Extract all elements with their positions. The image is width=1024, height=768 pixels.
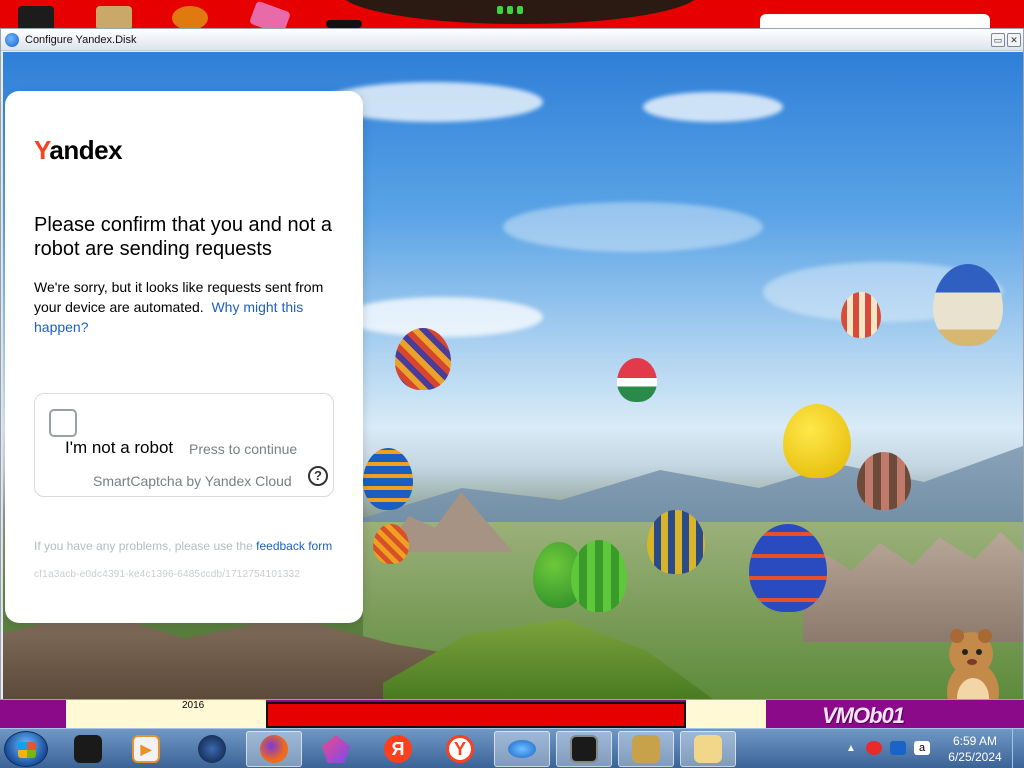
firefox-icon bbox=[260, 735, 288, 763]
captcha-card: Yandex Please confirm that you and not a… bbox=[5, 91, 363, 623]
start-button[interactable] bbox=[4, 731, 48, 767]
problem-notice: If you have any problems, please use the… bbox=[34, 539, 332, 553]
cloud bbox=[503, 202, 763, 252]
hot-air-balloon bbox=[395, 328, 451, 390]
desktop-icon-orange[interactable] bbox=[172, 6, 208, 28]
yandex-logo: Yandex bbox=[34, 135, 123, 165]
yandex-disk-window: Configure Yandex.Disk ▭ ✕ Yandex Please … bbox=[0, 28, 1024, 700]
taskbar-gem-app[interactable] bbox=[308, 731, 364, 767]
taskbar-monitor-app[interactable] bbox=[556, 731, 612, 767]
desktop-icon-hat[interactable] bbox=[18, 6, 54, 28]
press-hint: Press to continue bbox=[189, 441, 298, 457]
hot-air-balloon bbox=[363, 448, 413, 510]
captcha-provider: SmartCaptcha by Yandex Cloud bbox=[93, 473, 292, 489]
clock-time: 6:59 AM bbox=[952, 734, 998, 748]
taskbar-yandex-browser[interactable]: Y bbox=[432, 731, 488, 767]
cloud bbox=[343, 297, 543, 337]
monitor-icon bbox=[570, 735, 598, 763]
close-button[interactable]: ✕ bbox=[1007, 32, 1021, 47]
hot-air-balloon bbox=[841, 292, 881, 338]
desktop-decoration bbox=[266, 702, 686, 728]
gem-icon bbox=[322, 735, 350, 763]
yandex-disk-icon bbox=[5, 32, 19, 47]
desktop-decoration bbox=[686, 700, 766, 728]
globe-icon bbox=[198, 735, 226, 763]
taskbar-media-player[interactable]: ▶ bbox=[118, 731, 174, 767]
taskbar-yandex[interactable]: Я bbox=[370, 731, 426, 767]
taskbar-folder-app[interactable] bbox=[680, 731, 736, 767]
hot-air-balloon bbox=[647, 510, 705, 574]
taskbar-globe-app[interactable] bbox=[184, 731, 240, 767]
taskbar-sandbox-app[interactable] bbox=[618, 731, 674, 767]
request-id: cf1a3acb-e0dc4391-ke4c1396-6485ccdb/1712… bbox=[34, 569, 301, 580]
hot-air-balloon bbox=[749, 524, 827, 612]
hot-air-balloon bbox=[933, 264, 1003, 346]
window-title: Configure Yandex.Disk bbox=[25, 33, 137, 46]
desktop-bottom-strip: 2016 VMOb01 bbox=[0, 700, 1024, 728]
desktop-icon-gem[interactable] bbox=[248, 0, 292, 28]
help-icon[interactable]: ? bbox=[308, 466, 328, 486]
dark-box-icon bbox=[74, 735, 102, 763]
captcha-heading: Please confirm that you and not a robot … bbox=[34, 214, 332, 260]
tray-app-icon[interactable] bbox=[866, 741, 882, 755]
smartcaptcha-widget: I'm not a robot Press to continue SmartC… bbox=[34, 393, 334, 497]
folder-icon bbox=[694, 735, 722, 763]
desktop-decoration-white bbox=[760, 14, 990, 28]
show-desktop-button[interactable] bbox=[1012, 729, 1024, 768]
tray-network-icon[interactable] bbox=[890, 741, 906, 755]
taskbar-yandex-disk[interactable] bbox=[494, 731, 550, 767]
yandex-browser-icon: Y bbox=[446, 735, 474, 763]
taskbar: ▶ Я Y ▲ a 6:59 AM 6/25/2024 bbox=[0, 728, 1024, 768]
captcha-message: We're sorry, but it looks like requests … bbox=[34, 277, 344, 337]
hamster-mascot bbox=[943, 624, 1005, 699]
tray-language-icon[interactable]: a bbox=[914, 741, 930, 755]
restore-button[interactable]: ▭ bbox=[991, 32, 1005, 47]
hot-air-balloon bbox=[783, 404, 851, 478]
tray-expand-icon[interactable]: ▲ bbox=[846, 743, 856, 754]
yandex-disk-icon bbox=[508, 740, 536, 758]
year-label: 2016 bbox=[182, 700, 205, 711]
hot-air-balloon bbox=[571, 540, 627, 612]
brand-label: VMOb01 bbox=[822, 703, 905, 728]
desktop-icon-books[interactable] bbox=[96, 6, 132, 28]
desktop-top-strip bbox=[0, 0, 1024, 28]
desktop-icon-dark[interactable] bbox=[326, 20, 362, 28]
hot-air-balloon bbox=[857, 452, 911, 510]
hot-air-balloon bbox=[373, 524, 409, 564]
checkbox-label[interactable]: I'm not a robot bbox=[65, 438, 173, 458]
desktop-decoration bbox=[66, 700, 266, 728]
clock[interactable]: 6:59 AM 6/25/2024 bbox=[940, 733, 1010, 765]
window-titlebar[interactable]: Configure Yandex.Disk ▭ ✕ bbox=[1, 29, 1023, 51]
cloud bbox=[643, 92, 783, 122]
yandex-icon: Я bbox=[384, 735, 412, 763]
taskbar-app-dark-box[interactable] bbox=[60, 731, 116, 767]
media-player-icon: ▶ bbox=[132, 735, 160, 763]
sandbox-icon bbox=[632, 735, 660, 763]
hot-air-balloon bbox=[617, 358, 657, 402]
desktop-decoration-dots bbox=[497, 6, 527, 14]
problem-text: If you have any problems, please use the bbox=[34, 539, 253, 553]
not-robot-checkbox[interactable] bbox=[49, 409, 77, 437]
clock-date: 6/25/2024 bbox=[948, 750, 1002, 764]
taskbar-firefox[interactable] bbox=[246, 731, 302, 767]
feedback-link[interactable]: feedback form bbox=[256, 539, 332, 553]
